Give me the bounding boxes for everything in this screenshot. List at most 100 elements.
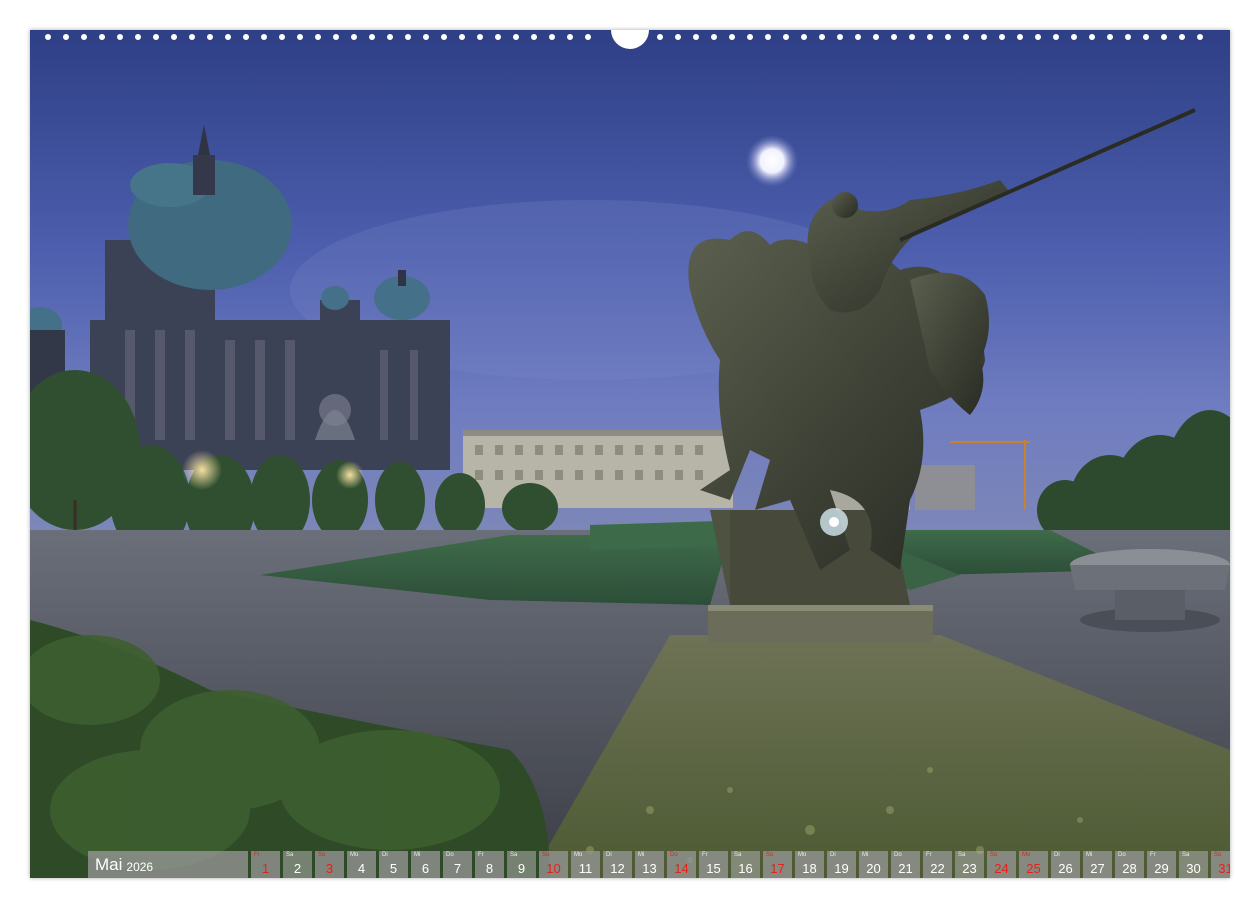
- binding-hole: [207, 34, 213, 40]
- binding-hole: [279, 34, 285, 40]
- binding-hole: [369, 34, 375, 40]
- binding-hole: [153, 34, 159, 40]
- day-number: 30: [1186, 861, 1201, 876]
- day-number: 18: [802, 861, 817, 876]
- weekday-label: Sa: [286, 852, 294, 858]
- weekday-label: Sa: [510, 852, 518, 858]
- binding-hole: [1035, 34, 1041, 40]
- day-cell: So 3: [315, 851, 344, 878]
- weekday-label: Sa: [734, 852, 742, 858]
- day-cell: Fr 29: [1147, 851, 1176, 878]
- binding-hole: [1125, 34, 1131, 40]
- day-cell: Sa 30: [1179, 851, 1208, 878]
- day-number: 10: [546, 861, 561, 876]
- day-cell: Sa 2: [283, 851, 312, 878]
- binding-hole: [1071, 34, 1077, 40]
- weekday-label: So: [990, 852, 998, 858]
- weekday-label: Mo: [350, 852, 359, 858]
- binding-hole: [45, 34, 51, 40]
- day-cell: Mo 4: [347, 851, 376, 878]
- day-cell: Di 5: [379, 851, 408, 878]
- binding-hole: [315, 34, 321, 40]
- weekday-label: So: [542, 852, 550, 858]
- binding-hole: [189, 34, 195, 40]
- binding-hole: [387, 34, 393, 40]
- day-number: 27: [1090, 861, 1105, 876]
- binding-hole: [765, 34, 771, 40]
- weekday-label: Di: [382, 852, 388, 858]
- day-cell: Fr 8: [475, 851, 504, 878]
- binding-hole: [567, 34, 573, 40]
- day-cell: Fr 15: [699, 851, 728, 878]
- binding-hole: [1197, 34, 1203, 40]
- day-cell: Do 7: [443, 851, 472, 878]
- weekday-label: Mo: [798, 852, 807, 858]
- weekday-label: Fr: [1150, 852, 1156, 858]
- day-number: 31: [1218, 861, 1230, 876]
- binding-hole: [225, 34, 231, 40]
- day-cell: Mi 6: [411, 851, 440, 878]
- day-number: 9: [517, 861, 526, 876]
- weekday-label: Mi: [414, 852, 421, 858]
- weekday-label: Mo: [1022, 852, 1031, 858]
- weekday-label: Do: [670, 852, 678, 858]
- binding-hole: [837, 34, 843, 40]
- day-number: 17: [770, 861, 785, 876]
- weekday-label: Mi: [862, 852, 869, 858]
- day-number: 2: [293, 861, 302, 876]
- binding-hole: [909, 34, 915, 40]
- day-cell: So 24: [987, 851, 1016, 878]
- binding-hole: [1161, 34, 1167, 40]
- day-number: 19: [834, 861, 849, 876]
- binding-hole: [1053, 34, 1059, 40]
- binding-hole: [1089, 34, 1095, 40]
- binding-hole: [333, 34, 339, 40]
- weekday-label: Di: [830, 852, 836, 858]
- day-number: 3: [325, 861, 334, 876]
- weekday-label: Sa: [958, 852, 966, 858]
- day-number: 25: [1026, 861, 1041, 876]
- binding-hole: [585, 34, 591, 40]
- binding-hole: [1107, 34, 1113, 40]
- binding-hole: [135, 34, 141, 40]
- weekday-label: Mo: [574, 852, 583, 858]
- binding-hole: [99, 34, 105, 40]
- binding-hole: [891, 34, 897, 40]
- weekday-label: Mi: [638, 852, 645, 858]
- day-cell: Fr 22: [923, 851, 952, 878]
- binding-hole: [801, 34, 807, 40]
- binding-hole: [423, 34, 429, 40]
- day-cell: Sa 16: [731, 851, 760, 878]
- day-cell: So 31: [1211, 851, 1230, 878]
- month-label: Mai 2026: [88, 851, 248, 878]
- day-cell: Do 21: [891, 851, 920, 878]
- binding-hole: [657, 34, 663, 40]
- binding-hole: [459, 34, 465, 40]
- day-cell: Di 12: [603, 851, 632, 878]
- hanger-notch: [611, 30, 649, 49]
- binding-hole: [243, 34, 249, 40]
- weekday-label: Di: [1054, 852, 1060, 858]
- weekday-label: Di: [606, 852, 612, 858]
- binding-hole: [873, 34, 879, 40]
- day-cell: Mo 18: [795, 851, 824, 878]
- day-number: 6: [421, 861, 430, 876]
- calendar-day-strip: Mai 2026 Fr 1 Sa 2 So 3 Mo 4 Di 5 Mi 6 Do 7 Fr 8 Sa 9 So 10…: [88, 851, 1230, 878]
- weekday-label: Mi: [1086, 852, 1093, 858]
- binding-hole: [999, 34, 1005, 40]
- binding-hole: [81, 34, 87, 40]
- day-number: 28: [1122, 861, 1137, 876]
- berlin-cathedral-photo: [30, 30, 1230, 878]
- binding-hole: [927, 34, 933, 40]
- weekday-label: So: [318, 852, 326, 858]
- day-number: 15: [706, 861, 721, 876]
- binding-hole: [1143, 34, 1149, 40]
- day-number: 12: [610, 861, 625, 876]
- day-number: 14: [674, 861, 689, 876]
- month-year: 2026: [126, 859, 154, 874]
- day-number: 24: [994, 861, 1009, 876]
- weekday-label: Sa: [1182, 852, 1190, 858]
- binding-hole: [549, 34, 555, 40]
- day-cell: Mi 27: [1083, 851, 1112, 878]
- binding-hole: [117, 34, 123, 40]
